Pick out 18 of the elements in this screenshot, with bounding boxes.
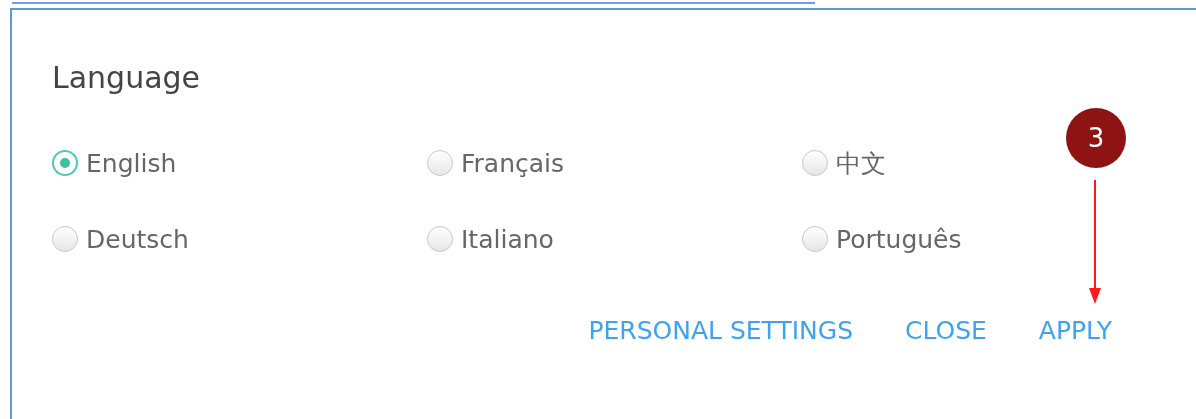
option-label: 中文 xyxy=(836,147,886,180)
arrow-icon xyxy=(1088,180,1102,306)
option-label: Italiano xyxy=(461,224,554,254)
radio-button[interactable] xyxy=(427,226,453,252)
option-label: Français xyxy=(461,148,565,178)
radio-button[interactable] xyxy=(802,150,828,176)
radio-button[interactable] xyxy=(802,226,828,252)
dialog-button[interactable]: CLOSE xyxy=(905,312,987,349)
option-label: Português xyxy=(836,224,962,254)
option-label: Deutsch xyxy=(86,224,189,254)
dialog-title: Language xyxy=(52,60,202,96)
radio-button[interactable] xyxy=(52,226,78,252)
dialog-button[interactable]: PERSONAL SETTINGS xyxy=(588,312,853,349)
option-label: English xyxy=(86,148,177,178)
dialog-button[interactable]: APPLY xyxy=(1038,312,1112,349)
radio-button[interactable] xyxy=(427,150,453,176)
step-badge: 3 xyxy=(1066,108,1126,168)
radio-button[interactable] xyxy=(52,150,78,176)
